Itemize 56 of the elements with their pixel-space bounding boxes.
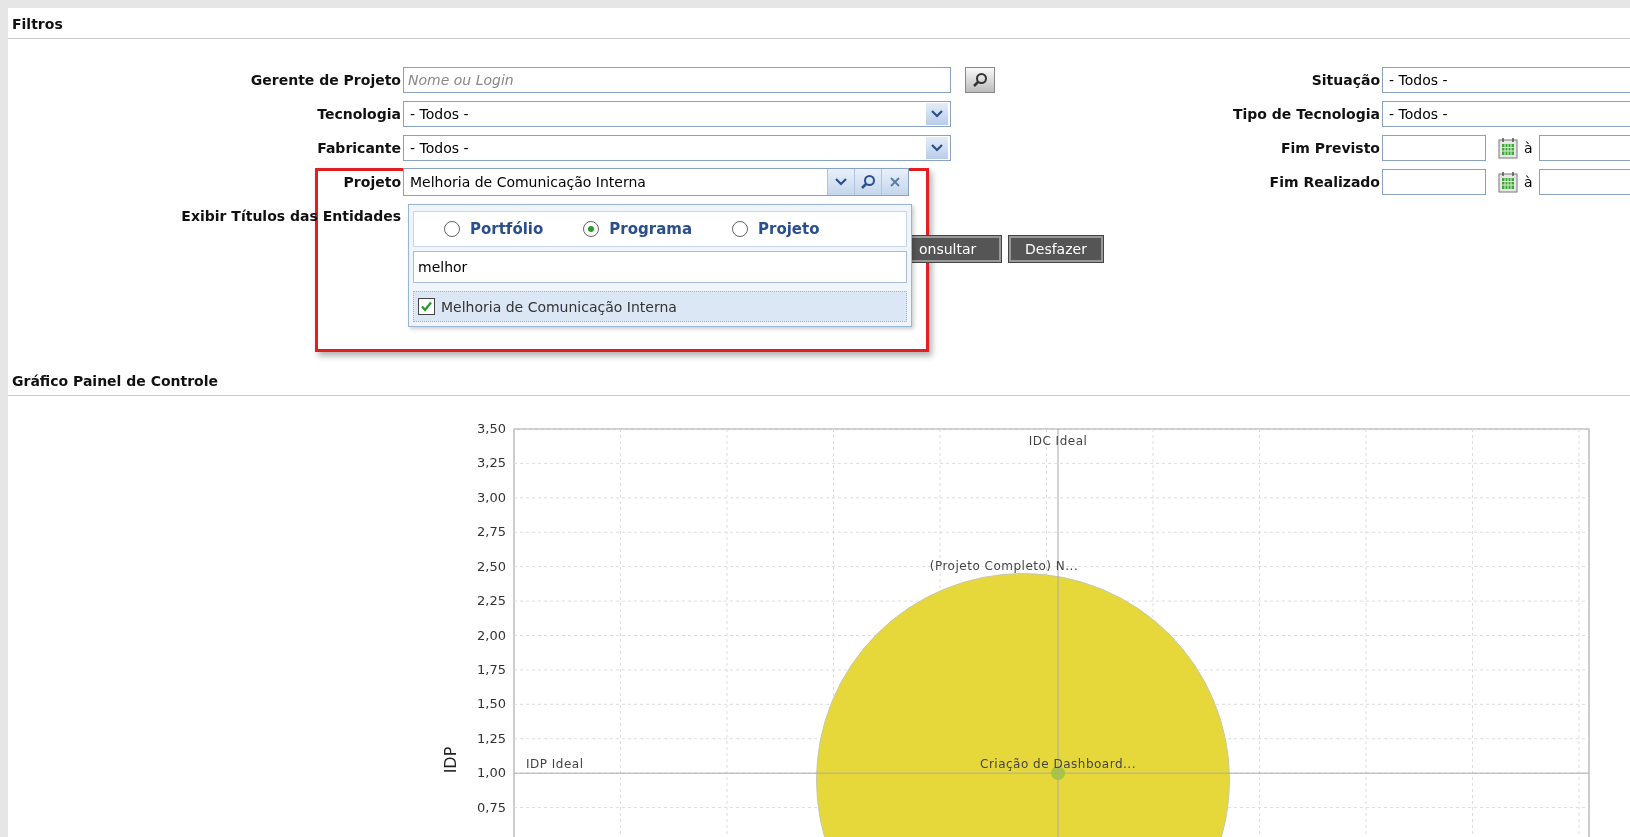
date-field[interactable] — [1382, 135, 1486, 161]
y-tick-label: 2,50 — [477, 558, 506, 574]
field-label: Tipo de Tecnologia — [1232, 106, 1381, 122]
y-tick-label: 2,00 — [477, 627, 506, 643]
point-label: (Projeto Completo) N... — [929, 558, 1079, 573]
field-label: Fim Realizado — [1268, 174, 1381, 190]
select-field[interactable]: - Todos - — [403, 101, 951, 127]
select-field[interactable]: - Todos - — [403, 135, 951, 161]
date-field[interactable] — [1538, 169, 1630, 195]
project-combobox[interactable]: Melhoria de Comunicação Interna — [403, 168, 909, 196]
y-tick-label: 2,75 — [477, 524, 506, 540]
y-tick-label: 2,25 — [477, 593, 506, 609]
select-field[interactable]: - Todos - — [1382, 67, 1630, 93]
calendar-icon[interactable] — [1498, 171, 1518, 193]
field-label: Fim Previsto — [1279, 140, 1381, 156]
search-field[interactable]: melhor — [413, 251, 907, 283]
y-tick-label: 1,25 — [477, 730, 506, 746]
y-tick-label: 1,50 — [477, 696, 506, 712]
y-tick-label: 3,50 — [477, 421, 506, 436]
y-tick-label: 0,75 — [477, 799, 506, 815]
y-tick-label: 1,00 — [477, 765, 506, 781]
radio-option[interactable]: Programa — [583, 220, 692, 238]
action-button[interactable]: Desfazer — [1009, 236, 1103, 262]
reference-line-label: IDP Ideal — [526, 757, 584, 772]
field-label: Tecnologia — [316, 106, 402, 122]
select-field[interactable]: - Todos - — [1382, 101, 1630, 127]
chevron-down-icon[interactable] — [827, 169, 854, 195]
field-label: Projeto — [342, 174, 402, 190]
checkmark-icon — [420, 300, 433, 313]
result-item[interactable]: Melhoria de Comunicação Interna — [413, 291, 907, 322]
y-axis-label: IDP — [441, 746, 460, 774]
y-tick-label: 1,75 — [477, 661, 506, 677]
input-field[interactable]: Nome ou Login — [403, 67, 951, 93]
y-tick-label: 3,25 — [477, 455, 506, 471]
field-label: Situação — [1310, 72, 1381, 88]
chevron-down-icon — [926, 103, 948, 125]
checkbox[interactable] — [418, 298, 435, 315]
radio-option[interactable]: Portfólio — [444, 220, 544, 238]
date-field[interactable] — [1382, 169, 1486, 195]
field-label: Gerente de Projeto — [249, 72, 402, 88]
range-separator: à — [1524, 174, 1533, 190]
search-icon[interactable] — [854, 169, 881, 195]
calendar-icon[interactable] — [1498, 137, 1518, 159]
search-button[interactable] — [965, 67, 995, 93]
radio-option[interactable]: Projeto — [732, 220, 820, 238]
close-icon[interactable] — [881, 169, 908, 195]
section-title: Gráfico Painel de Controle — [8, 365, 1630, 396]
field-label: Fabricante — [316, 140, 402, 156]
y-tick-label: 3,00 — [477, 489, 506, 505]
reference-line-label: IDC Ideal — [1028, 434, 1088, 448]
range-separator: à — [1524, 140, 1533, 156]
date-field[interactable] — [1538, 135, 1630, 161]
section-title: Filtros — [8, 8, 1630, 39]
chevron-down-icon — [926, 137, 948, 159]
search-icon — [972, 72, 988, 88]
point-label: Criação de Dashboard... — [980, 757, 1136, 772]
